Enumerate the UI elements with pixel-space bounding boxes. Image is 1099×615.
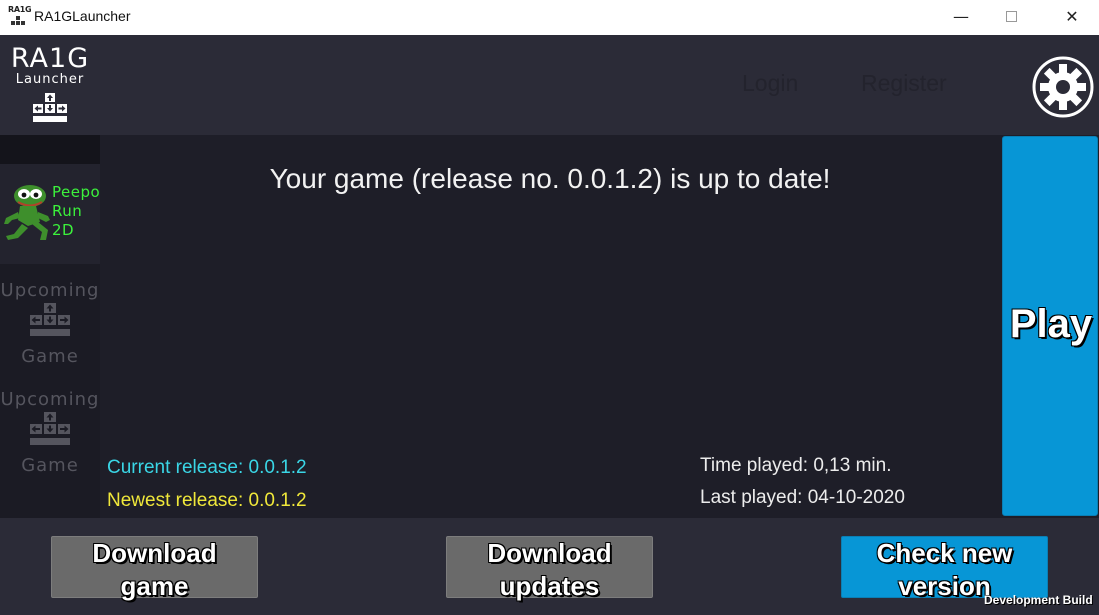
gear-icon[interactable] — [1032, 56, 1094, 118]
update-status: Your game (release no. 0.0.1.2) is up to… — [269, 163, 831, 194]
sidebar-top — [0, 135, 100, 164]
window-titlebar: RA1G RA1GLauncher — ✕ — [0, 0, 1099, 35]
login-link[interactable]: Login — [742, 70, 798, 97]
logo-title: RA1G — [10, 43, 90, 74]
time-played: Time played: 0,13 min. — [700, 455, 892, 476]
check-new-version-button[interactable]: Check new version — [841, 536, 1048, 601]
sidebar-item-peepo-run[interactable]: Peepo Run 2D — [0, 164, 100, 264]
close-button[interactable]: ✕ — [1049, 0, 1095, 35]
game-name: Peepo Run 2D — [52, 183, 101, 239]
newest-release: Newest release: 0.0.1.2 — [107, 490, 307, 511]
upcoming-game-label: Game — [21, 455, 79, 476]
download-updates-button[interactable]: Download updates — [446, 536, 653, 601]
download-game-button[interactable]: Download game — [51, 536, 258, 601]
sidebar-item-upcoming-1[interactable]: Upcoming Game — [0, 278, 100, 388]
arrow-keys-icon — [30, 303, 70, 336]
arrow-keys-icon — [33, 93, 67, 122]
current-release: Current release: 0.0.1.2 — [107, 457, 307, 478]
logo-subtitle: Launcher — [15, 72, 85, 87]
upcoming-label: Upcoming — [0, 389, 100, 410]
window-title: RA1GLauncher — [34, 8, 131, 24]
development-build-label: Development Build — [984, 593, 1093, 607]
minimize-button[interactable]: — — [938, 0, 984, 35]
minimize-icon: — — [953, 7, 969, 26]
close-icon: ✕ — [1065, 7, 1079, 26]
frog-icon — [4, 185, 50, 240]
last-played: Last played: 04-10-2020 — [700, 487, 905, 508]
arrow-keys-icon — [30, 412, 70, 445]
launcher-logo: RA1G Launcher — [0, 35, 100, 135]
maximize-button[interactable] — [988, 0, 1034, 35]
maximize-icon — [1005, 11, 1017, 22]
register-link[interactable]: Register — [861, 70, 947, 97]
upcoming-game-label: Game — [21, 346, 79, 367]
play-button[interactable]: Play — [1002, 136, 1098, 516]
app-icon: RA1G — [8, 5, 32, 29]
play-label: Play — [1009, 302, 1093, 346]
sidebar-item-upcoming-2[interactable]: Upcoming Game — [0, 387, 100, 497]
upcoming-label: Upcoming — [0, 280, 100, 301]
